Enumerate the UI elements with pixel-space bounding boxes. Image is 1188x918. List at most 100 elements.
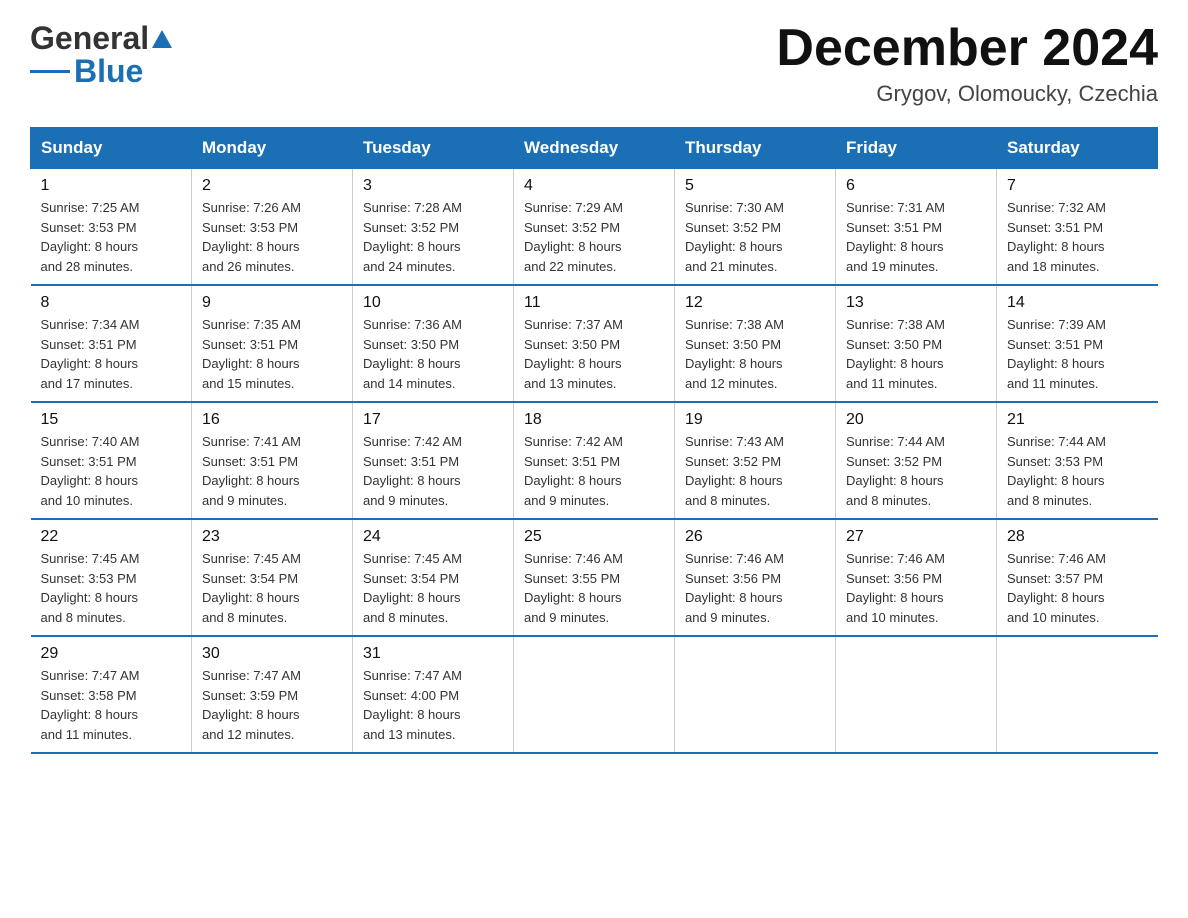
calendar-cell: 28 Sunrise: 7:46 AM Sunset: 3:57 PM Dayl… (997, 519, 1158, 636)
day-info: Sunrise: 7:28 AM Sunset: 3:52 PM Dayligh… (363, 198, 503, 276)
logo-blue: Blue (74, 53, 143, 90)
calendar-cell (836, 636, 997, 753)
calendar-cell: 18 Sunrise: 7:42 AM Sunset: 3:51 PM Dayl… (514, 402, 675, 519)
calendar-cell: 26 Sunrise: 7:46 AM Sunset: 3:56 PM Dayl… (675, 519, 836, 636)
day-number: 8 (41, 294, 182, 312)
day-info: Sunrise: 7:45 AM Sunset: 3:54 PM Dayligh… (363, 549, 503, 627)
day-info: Sunrise: 7:34 AM Sunset: 3:51 PM Dayligh… (41, 315, 182, 393)
day-number: 27 (846, 528, 986, 546)
day-info: Sunrise: 7:46 AM Sunset: 3:56 PM Dayligh… (846, 549, 986, 627)
calendar-cell: 22 Sunrise: 7:45 AM Sunset: 3:53 PM Dayl… (31, 519, 192, 636)
day-number: 11 (524, 294, 664, 312)
calendar-cell: 30 Sunrise: 7:47 AM Sunset: 3:59 PM Dayl… (192, 636, 353, 753)
day-number: 16 (202, 411, 342, 429)
day-info: Sunrise: 7:30 AM Sunset: 3:52 PM Dayligh… (685, 198, 825, 276)
day-number: 28 (1007, 528, 1148, 546)
calendar-cell: 3 Sunrise: 7:28 AM Sunset: 3:52 PM Dayli… (353, 169, 514, 286)
day-info: Sunrise: 7:46 AM Sunset: 3:57 PM Dayligh… (1007, 549, 1148, 627)
logo: General Blue (30, 20, 175, 90)
day-number: 30 (202, 645, 342, 663)
header-sunday: Sunday (31, 128, 192, 169)
day-number: 6 (846, 177, 986, 195)
day-info: Sunrise: 7:41 AM Sunset: 3:51 PM Dayligh… (202, 432, 342, 510)
header-thursday: Thursday (675, 128, 836, 169)
day-info: Sunrise: 7:35 AM Sunset: 3:51 PM Dayligh… (202, 315, 342, 393)
calendar-cell: 17 Sunrise: 7:42 AM Sunset: 3:51 PM Dayl… (353, 402, 514, 519)
calendar-cell: 24 Sunrise: 7:45 AM Sunset: 3:54 PM Dayl… (353, 519, 514, 636)
day-info: Sunrise: 7:44 AM Sunset: 3:53 PM Dayligh… (1007, 432, 1148, 510)
day-info: Sunrise: 7:47 AM Sunset: 4:00 PM Dayligh… (363, 666, 503, 744)
day-info: Sunrise: 7:40 AM Sunset: 3:51 PM Dayligh… (41, 432, 182, 510)
day-number: 23 (202, 528, 342, 546)
calendar-cell: 27 Sunrise: 7:46 AM Sunset: 3:56 PM Dayl… (836, 519, 997, 636)
day-info: Sunrise: 7:29 AM Sunset: 3:52 PM Dayligh… (524, 198, 664, 276)
logo-underline (30, 70, 70, 73)
calendar-cell: 25 Sunrise: 7:46 AM Sunset: 3:55 PM Dayl… (514, 519, 675, 636)
day-number: 18 (524, 411, 664, 429)
day-info: Sunrise: 7:36 AM Sunset: 3:50 PM Dayligh… (363, 315, 503, 393)
calendar-cell: 4 Sunrise: 7:29 AM Sunset: 3:52 PM Dayli… (514, 169, 675, 286)
calendar-cell: 21 Sunrise: 7:44 AM Sunset: 3:53 PM Dayl… (997, 402, 1158, 519)
header-tuesday: Tuesday (353, 128, 514, 169)
calendar-cell: 13 Sunrise: 7:38 AM Sunset: 3:50 PM Dayl… (836, 285, 997, 402)
title-section: December 2024 Grygov, Olomoucky, Czechia (776, 20, 1158, 107)
page-header: General Blue December 2024 Grygov, Olomo… (30, 20, 1158, 107)
day-number: 26 (685, 528, 825, 546)
calendar-cell: 14 Sunrise: 7:39 AM Sunset: 3:51 PM Dayl… (997, 285, 1158, 402)
logo-general: General (30, 20, 149, 57)
calendar-cell: 2 Sunrise: 7:26 AM Sunset: 3:53 PM Dayli… (192, 169, 353, 286)
calendar-cell: 6 Sunrise: 7:31 AM Sunset: 3:51 PM Dayli… (836, 169, 997, 286)
day-number: 9 (202, 294, 342, 312)
header-monday: Monday (192, 128, 353, 169)
calendar-cell (997, 636, 1158, 753)
day-number: 19 (685, 411, 825, 429)
calendar-body: 1 Sunrise: 7:25 AM Sunset: 3:53 PM Dayli… (31, 169, 1158, 754)
day-number: 25 (524, 528, 664, 546)
header-saturday: Saturday (997, 128, 1158, 169)
calendar-cell (675, 636, 836, 753)
day-info: Sunrise: 7:45 AM Sunset: 3:53 PM Dayligh… (41, 549, 182, 627)
day-info: Sunrise: 7:44 AM Sunset: 3:52 PM Dayligh… (846, 432, 986, 510)
day-info: Sunrise: 7:47 AM Sunset: 3:59 PM Dayligh… (202, 666, 342, 744)
day-info: Sunrise: 7:38 AM Sunset: 3:50 PM Dayligh… (685, 315, 825, 393)
calendar-cell: 23 Sunrise: 7:45 AM Sunset: 3:54 PM Dayl… (192, 519, 353, 636)
logo-triangle-icon (151, 28, 173, 50)
day-number: 21 (1007, 411, 1148, 429)
calendar-cell: 16 Sunrise: 7:41 AM Sunset: 3:51 PM Dayl… (192, 402, 353, 519)
day-info: Sunrise: 7:38 AM Sunset: 3:50 PM Dayligh… (846, 315, 986, 393)
day-number: 29 (41, 645, 182, 663)
day-info: Sunrise: 7:47 AM Sunset: 3:58 PM Dayligh… (41, 666, 182, 744)
header-friday: Friday (836, 128, 997, 169)
calendar-cell: 20 Sunrise: 7:44 AM Sunset: 3:52 PM Dayl… (836, 402, 997, 519)
calendar-cell: 12 Sunrise: 7:38 AM Sunset: 3:50 PM Dayl… (675, 285, 836, 402)
day-number: 17 (363, 411, 503, 429)
day-number: 1 (41, 177, 182, 195)
header-wednesday: Wednesday (514, 128, 675, 169)
day-info: Sunrise: 7:32 AM Sunset: 3:51 PM Dayligh… (1007, 198, 1148, 276)
day-info: Sunrise: 7:26 AM Sunset: 3:53 PM Dayligh… (202, 198, 342, 276)
day-info: Sunrise: 7:25 AM Sunset: 3:53 PM Dayligh… (41, 198, 182, 276)
month-title: December 2024 (776, 20, 1158, 77)
calendar-cell: 29 Sunrise: 7:47 AM Sunset: 3:58 PM Dayl… (31, 636, 192, 753)
day-info: Sunrise: 7:31 AM Sunset: 3:51 PM Dayligh… (846, 198, 986, 276)
day-number: 7 (1007, 177, 1148, 195)
calendar-cell: 19 Sunrise: 7:43 AM Sunset: 3:52 PM Dayl… (675, 402, 836, 519)
calendar-cell: 31 Sunrise: 7:47 AM Sunset: 4:00 PM Dayl… (353, 636, 514, 753)
calendar-cell (514, 636, 675, 753)
day-info: Sunrise: 7:42 AM Sunset: 3:51 PM Dayligh… (363, 432, 503, 510)
calendar-cell: 11 Sunrise: 7:37 AM Sunset: 3:50 PM Dayl… (514, 285, 675, 402)
calendar-cell: 5 Sunrise: 7:30 AM Sunset: 3:52 PM Dayli… (675, 169, 836, 286)
day-number: 31 (363, 645, 503, 663)
day-info: Sunrise: 7:46 AM Sunset: 3:55 PM Dayligh… (524, 549, 664, 627)
day-number: 15 (41, 411, 182, 429)
calendar-cell: 8 Sunrise: 7:34 AM Sunset: 3:51 PM Dayli… (31, 285, 192, 402)
calendar-cell: 9 Sunrise: 7:35 AM Sunset: 3:51 PM Dayli… (192, 285, 353, 402)
day-info: Sunrise: 7:45 AM Sunset: 3:54 PM Dayligh… (202, 549, 342, 627)
day-number: 22 (41, 528, 182, 546)
day-info: Sunrise: 7:43 AM Sunset: 3:52 PM Dayligh… (685, 432, 825, 510)
day-number: 20 (846, 411, 986, 429)
day-number: 24 (363, 528, 503, 546)
day-number: 4 (524, 177, 664, 195)
calendar-cell: 15 Sunrise: 7:40 AM Sunset: 3:51 PM Dayl… (31, 402, 192, 519)
day-number: 14 (1007, 294, 1148, 312)
